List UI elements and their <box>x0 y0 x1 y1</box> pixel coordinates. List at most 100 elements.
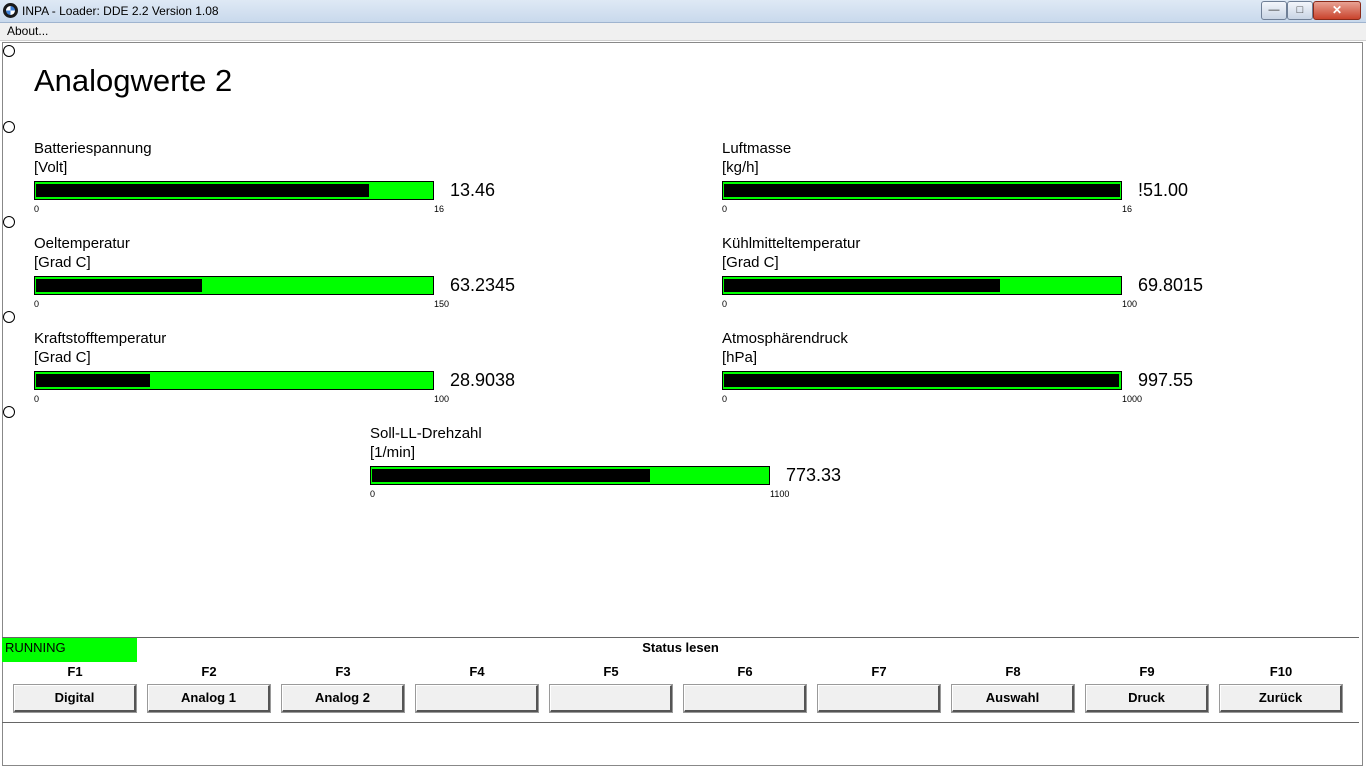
fkey-name: F5 <box>603 664 619 679</box>
gauge-bar <box>722 276 1122 295</box>
gauge-min: 0 <box>34 394 40 404</box>
fkey-f9: F9 Druck <box>1085 662 1209 718</box>
gauge-fill <box>36 279 202 292</box>
running-indicator: RUNNING <box>2 638 137 662</box>
gauge-kraftstofftemperatur: Kraftstofftemperatur [Grad C] 0 100 28.9… <box>34 330 534 404</box>
gauge-batteriespannung: Batteriespannung [Volt] 0 16 13.46 <box>34 140 534 214</box>
fkey-name: F9 <box>1139 664 1155 679</box>
fkey-name: F8 <box>1005 664 1021 679</box>
bmw-logo-icon <box>3 3 18 18</box>
title-bar[interactable]: INPA - Loader: DDE 2.2 Version 1.08 — □ … <box>0 0 1366 23</box>
gauge-unit: [Volt] <box>34 159 68 176</box>
gauge-label: Luftmasse <box>722 140 792 157</box>
gauge-max: 1000 <box>1122 394 1143 404</box>
gauge-fill <box>724 184 1120 197</box>
gauge-label: Oeltemperatur <box>34 235 130 252</box>
gauge-bar <box>34 181 434 200</box>
menu-item-about[interactable]: About... <box>7 24 48 38</box>
gauge-label: Atmosphärendruck <box>722 330 848 347</box>
f5-button[interactable] <box>549 684 673 713</box>
gauge-max: 16 <box>1122 204 1133 214</box>
gauge-min: 0 <box>370 489 376 499</box>
gauge-min: 0 <box>34 299 40 309</box>
gauge-value: 28.9038 <box>450 370 516 390</box>
gauge-min: 0 <box>34 204 40 214</box>
minimize-button[interactable]: — <box>1261 1 1287 20</box>
fkey-f8: F8 Auswahl <box>951 662 1075 718</box>
analog-2-button[interactable]: Analog 2 <box>281 684 405 713</box>
gauge-value: 69.8015 <box>1138 275 1204 295</box>
fkey-f7: F7 <box>817 662 941 718</box>
gauge-fill <box>724 279 1000 292</box>
gauge-bar <box>370 466 770 485</box>
fkey-name: F3 <box>335 664 351 679</box>
fkey-f4: F4 <box>415 662 539 718</box>
fkey-name: F2 <box>201 664 217 679</box>
fkey-name: F7 <box>871 664 887 679</box>
fkey-name: F6 <box>737 664 753 679</box>
gauge-luftmasse: Luftmasse [kg/h] 0 16 !51.00 <box>722 140 1222 214</box>
gauge-bar <box>34 371 434 390</box>
gauge-max: 150 <box>434 299 450 309</box>
close-button[interactable]: ✕ <box>1313 1 1361 20</box>
f4-button[interactable] <box>415 684 539 713</box>
fkey-f6: F6 <box>683 662 807 718</box>
gauge-bar <box>722 181 1122 200</box>
gauge-max: 100 <box>1122 299 1138 309</box>
radio-indicator[interactable] <box>3 45 15 57</box>
druck-button[interactable]: Druck <box>1085 684 1209 713</box>
fkey-f3: F3 Analog 2 <box>281 662 405 718</box>
digital-button[interactable]: Digital <box>13 684 137 713</box>
auswahl-button[interactable]: Auswahl <box>951 684 1075 713</box>
gauge-soll-ll-drehzahl: Soll-LL-Drehzahl [1/min] 0 1100 773.33 <box>370 425 870 499</box>
zurueck-button[interactable]: Zurück <box>1219 684 1343 713</box>
menu-bar: About... <box>0 23 1366 41</box>
fkey-f2: F2 Analog 1 <box>147 662 271 718</box>
fkey-name: F10 <box>1269 664 1293 679</box>
gauge-value: 63.2345 <box>450 275 516 295</box>
gauge-min: 0 <box>722 394 728 404</box>
gauge-label: Kraftstofftemperatur <box>34 330 167 347</box>
gauge-kuehlmitteltemperatur: Kühlmitteltemperatur [Grad C] 0 100 69.8… <box>722 235 1222 309</box>
fkey-name: F1 <box>67 664 83 679</box>
fkey-name: F4 <box>469 664 485 679</box>
gauge-atmosphaerendruck: Atmosphärendruck [hPa] 0 1000 997.55 <box>722 330 1222 404</box>
gauge-max: 16 <box>434 204 445 214</box>
gauge-min: 0 <box>722 204 728 214</box>
gauge-unit: [kg/h] <box>722 159 759 176</box>
gauge-label: Soll-LL-Drehzahl <box>370 425 482 442</box>
analog-1-button[interactable]: Analog 1 <box>147 684 271 713</box>
window-title: INPA - Loader: DDE 2.2 Version 1.08 <box>22 4 219 18</box>
f7-button[interactable] <box>817 684 941 713</box>
gauge-value: 997.55 <box>1138 370 1194 390</box>
fkey-f5: F5 <box>549 662 673 718</box>
gauge-max: 1100 <box>770 489 790 499</box>
status-area: Status lesen RUNNING F1 Digital F2 Analo… <box>2 637 1359 723</box>
gauge-oeltemperatur: Oeltemperatur [Grad C] 0 150 63.2345 <box>34 235 534 309</box>
maximize-button[interactable]: □ <box>1287 1 1313 20</box>
radio-indicator[interactable] <box>3 311 15 323</box>
gauge-unit: [Grad C] <box>722 254 779 271</box>
gauge-fill <box>36 374 150 387</box>
radio-indicator[interactable] <box>3 121 15 133</box>
gauge-unit: [1/min] <box>370 444 416 461</box>
gauge-fill <box>36 184 369 197</box>
gauge-label: Batteriespannung <box>34 140 152 157</box>
gauge-unit: [Grad C] <box>34 254 91 271</box>
gauge-fill <box>724 374 1119 387</box>
radio-indicator[interactable] <box>3 406 15 418</box>
gauge-bar <box>34 276 434 295</box>
gauge-fill <box>372 469 650 482</box>
gauge-unit: [Grad C] <box>34 349 91 366</box>
gauge-value: 773.33 <box>786 465 842 485</box>
status-label: Status lesen <box>642 640 719 655</box>
fkey-f1: F1 Digital <box>13 662 137 718</box>
gauge-label: Kühlmitteltemperatur <box>722 235 861 252</box>
gauge-value: !51.00 <box>1138 180 1189 200</box>
gauge-bar <box>722 371 1122 390</box>
page-title: Analogwerte 2 <box>34 63 233 98</box>
radio-indicator[interactable] <box>3 216 15 228</box>
fkey-f10: F10 Zurück <box>1219 662 1343 718</box>
f6-button[interactable] <box>683 684 807 713</box>
gauge-min: 0 <box>722 299 728 309</box>
